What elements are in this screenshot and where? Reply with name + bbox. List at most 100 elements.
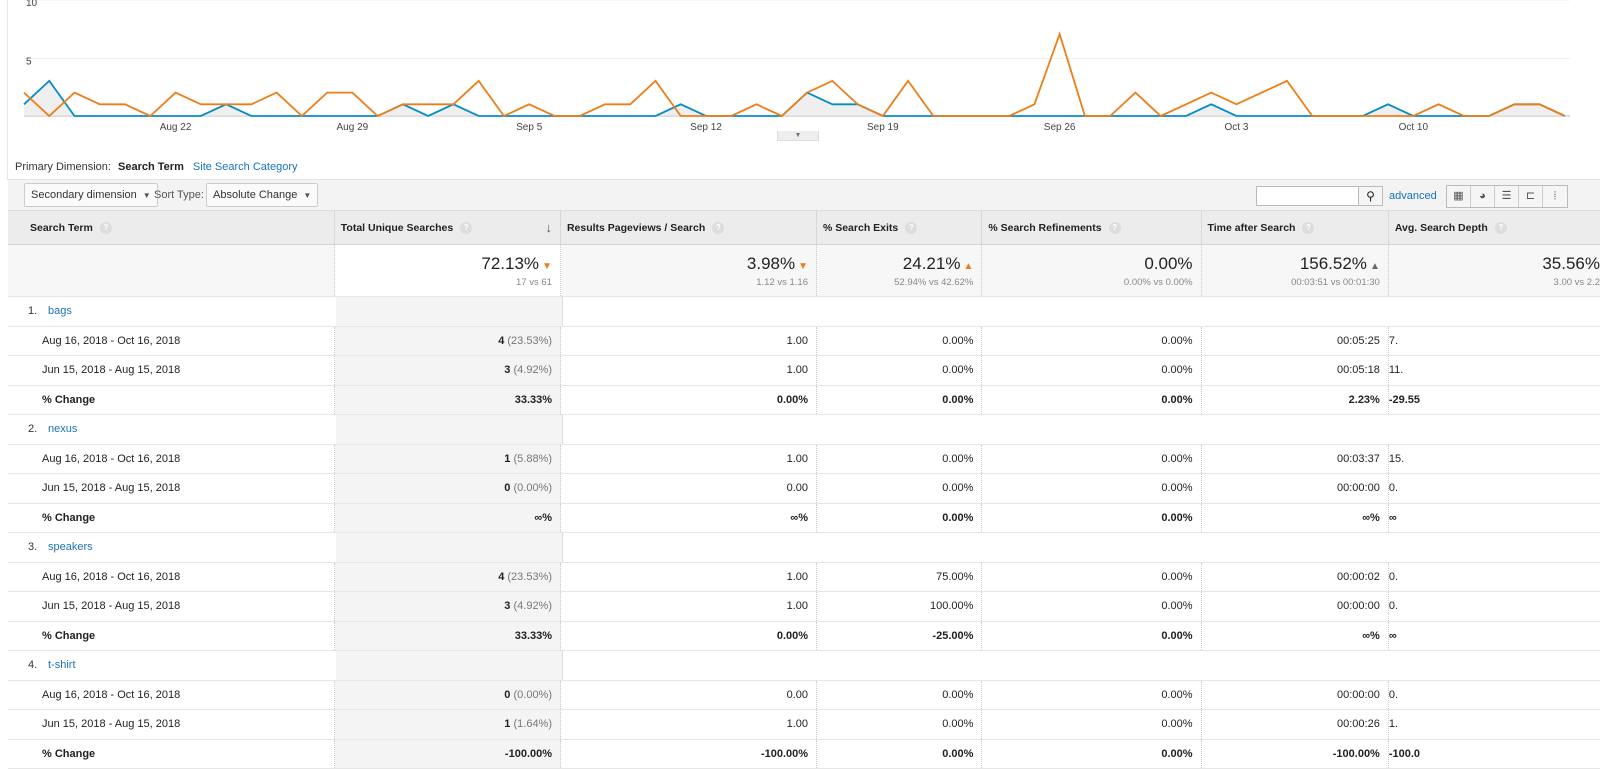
summary-value: 35.56% xyxy=(1542,254,1600,273)
change-value: 0.00% xyxy=(777,630,808,642)
metric-value: 1.00 xyxy=(787,600,808,612)
tus-value: 4 xyxy=(498,335,504,347)
col-label: Total Unique Searches xyxy=(341,222,453,234)
metric-value: 0.00% xyxy=(942,335,973,347)
col-search-exits[interactable]: % Search Exits? xyxy=(817,211,982,244)
col-label: Search Term xyxy=(30,222,93,234)
metric-cell: 1.00 xyxy=(561,710,817,739)
summary-cell: 3.98%▼1.12 vs 1.16 xyxy=(561,245,817,296)
table-row-group: 2.nexus xyxy=(8,415,1600,445)
secondary-dimension-dropdown[interactable]: Secondary dimension▼ xyxy=(24,183,158,207)
help-icon[interactable]: ? xyxy=(905,222,917,234)
help-icon[interactable]: ? xyxy=(1495,222,1507,234)
summary-value: 3.98% xyxy=(747,254,795,273)
change-cell: 0.00% xyxy=(982,622,1201,651)
blank-cell xyxy=(336,533,563,562)
change-value: -25.00% xyxy=(932,630,973,642)
metric-value: 0.00% xyxy=(1161,482,1192,494)
pivot-view-icon[interactable]: ⦙ xyxy=(1543,186,1567,207)
total-unique-searches-cell: 3 (4.92%) xyxy=(335,592,561,621)
metric-value: 00:00:02 xyxy=(1337,571,1380,583)
collapse-chart-toggle[interactable]: ▼ xyxy=(777,131,819,141)
help-icon[interactable]: ? xyxy=(1109,222,1121,234)
x-tick-label: Sep 5 xyxy=(516,122,543,133)
metric-cell: 0.00 xyxy=(561,474,817,503)
change-cell: ∞% xyxy=(561,504,817,533)
metric-value: 1.00 xyxy=(787,453,808,465)
col-search-term[interactable]: Search Term? xyxy=(8,211,335,244)
dimension-search-term[interactable]: Search Term xyxy=(118,161,184,173)
change-value: ∞ xyxy=(1389,512,1397,524)
change-label: % Change xyxy=(8,622,335,651)
date-range: Jun 15, 2018 - Aug 15, 2018 xyxy=(8,474,335,503)
col-total-unique-searches[interactable]: Total Unique Searches?↓ xyxy=(335,211,561,244)
metric-value: 1.00 xyxy=(787,364,808,376)
table-view-icon[interactable]: ▦ xyxy=(1447,186,1471,207)
summary-row: 72.13%▼17 vs 613.98%▼1.12 vs 1.1624.21%▲… xyxy=(8,245,1600,297)
date-range: Jun 15, 2018 - Aug 15, 2018 xyxy=(8,592,335,621)
search-button[interactable]: ⚲ xyxy=(1358,186,1383,206)
dimension-site-search-category[interactable]: Site Search Category xyxy=(193,161,298,173)
change-cell: 0.00% xyxy=(817,740,982,769)
metric-cell: 00:00:26 xyxy=(1202,710,1389,739)
date-range: Aug 16, 2018 - Oct 16, 2018 xyxy=(8,563,335,592)
metric-value: 7. xyxy=(1389,335,1398,347)
col-avg-search-depth[interactable]: Avg. Search Depth? xyxy=(1389,211,1600,244)
summary-value: 0.00% xyxy=(1144,254,1192,273)
line-chart: 510Aug 22Aug 29Sep 5Sep 12Sep 19Sep 26Oc… xyxy=(0,0,1600,140)
help-icon[interactable]: ? xyxy=(712,222,724,234)
col-time-after-search[interactable]: Time after Search? xyxy=(1202,211,1389,244)
series-area xyxy=(24,81,1565,116)
change-cell: ∞% xyxy=(335,504,561,533)
x-tick-label: Aug 29 xyxy=(337,122,369,133)
metric-value: 00:03:37 xyxy=(1337,453,1380,465)
metric-value: 0. xyxy=(1389,600,1398,612)
arrow-up-icon: ▲ xyxy=(1370,261,1380,272)
x-tick-label: Oct 10 xyxy=(1399,122,1429,133)
summary-value: 156.52% xyxy=(1300,254,1367,273)
date-range: Aug 16, 2018 - Oct 16, 2018 xyxy=(8,327,335,356)
metric-cell: 1.00 xyxy=(561,327,817,356)
col-results-pageviews[interactable]: Results Pageviews / Search? xyxy=(561,211,817,244)
x-tick-label: Aug 22 xyxy=(160,122,192,133)
primary-dimension-bar: Primary Dimension: Search Term Site Sear… xyxy=(15,161,297,173)
metric-value: 00:00:00 xyxy=(1337,689,1380,701)
row-number: 4. xyxy=(28,659,48,671)
blank-cell xyxy=(336,651,563,680)
tus-value: 4 xyxy=(498,571,504,583)
help-icon[interactable]: ? xyxy=(460,222,472,234)
metric-cell: 00:00:00 xyxy=(1202,592,1389,621)
search-term-link[interactable]: nexus xyxy=(48,423,77,435)
search-term-link[interactable]: t-shirt xyxy=(48,659,76,671)
search-term-link[interactable]: bags xyxy=(48,305,72,317)
date-range: Jun 15, 2018 - Aug 15, 2018 xyxy=(8,356,335,385)
col-search-refinements[interactable]: % Search Refinements? xyxy=(982,211,1201,244)
term-cell: 2.nexus xyxy=(8,415,336,444)
change-value: 33.33% xyxy=(515,394,552,406)
performance-view-icon[interactable]: ☰ xyxy=(1495,186,1519,207)
change-value: 0.00% xyxy=(1161,630,1192,642)
change-value: ∞% xyxy=(790,512,808,524)
tus-percent: (23.53%) xyxy=(507,335,552,347)
help-icon[interactable]: ? xyxy=(100,222,112,234)
arrow-down-icon: ▼ xyxy=(542,261,552,272)
metric-value: 0.00% xyxy=(942,364,973,376)
change-row: % Change33.33%0.00%0.00%0.00%2.23%-29.55 xyxy=(8,386,1600,416)
advanced-filter-link[interactable]: advanced xyxy=(1389,190,1437,202)
table-search-input[interactable] xyxy=(1256,186,1359,206)
metric-value: 00:00:00 xyxy=(1337,600,1380,612)
comparison-view-icon[interactable]: ⊏ xyxy=(1519,186,1543,207)
primary-dimension-label: Primary Dimension: xyxy=(15,161,111,173)
search-term-link[interactable]: speakers xyxy=(48,541,93,553)
change-cell: 0.00% xyxy=(561,622,817,651)
help-icon[interactable]: ? xyxy=(1302,222,1314,234)
pie-view-icon[interactable]: ◕ xyxy=(1471,186,1495,207)
metric-cell: 1.00 xyxy=(561,592,817,621)
change-value: 0.00% xyxy=(942,394,973,406)
table-row: Aug 16, 2018 - Oct 16, 20180 (0.00%)0.00… xyxy=(8,681,1600,711)
metric-cell: 0.00% xyxy=(982,681,1201,710)
total-unique-searches-cell: 0 (0.00%) xyxy=(335,681,561,710)
tus-percent: (0.00%) xyxy=(513,482,552,494)
metric-value: 0.00 xyxy=(787,482,808,494)
sort-type-dropdown[interactable]: Absolute Change▼ xyxy=(206,183,318,207)
